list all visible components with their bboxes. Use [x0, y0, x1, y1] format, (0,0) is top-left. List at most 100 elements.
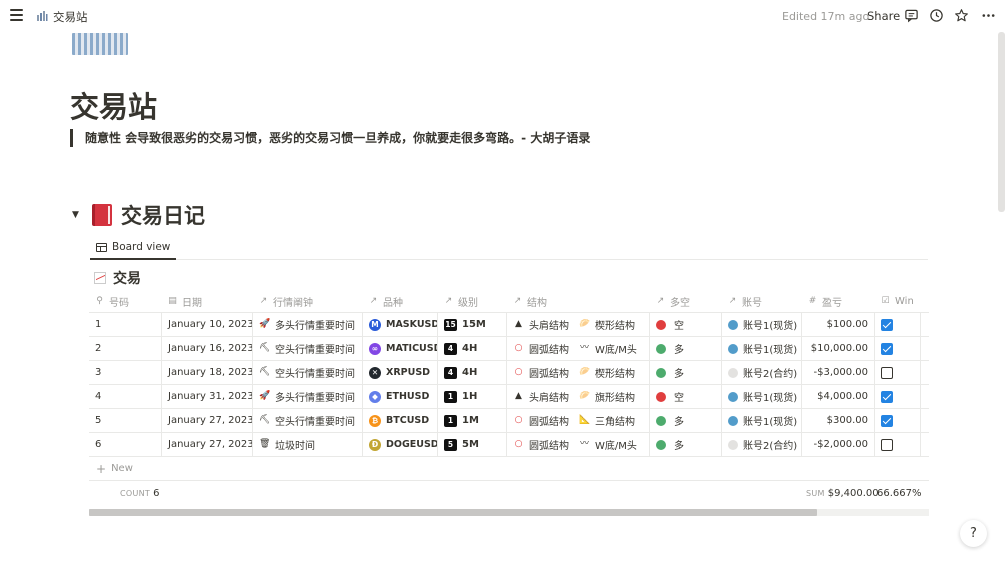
cell-level[interactable]: 1 1M	[438, 409, 507, 432]
cell-symbol[interactable]: M MASKUSD	[363, 313, 438, 336]
history-clock-icon[interactable]	[929, 8, 944, 23]
win-checkbox[interactable]	[881, 390, 893, 403]
cell-pnl[interactable]: $100.00	[802, 313, 875, 336]
sidebar-menu-icon[interactable]	[10, 9, 23, 21]
cell-market[interactable]: ⛏ 空头行情重要时间	[253, 337, 363, 360]
cell-symbol[interactable]: ₿ BTCUSD	[363, 409, 438, 432]
cell-structure[interactable]: ○ 圆弧结构 📐 三角结构	[507, 409, 650, 432]
table-row[interactable]: 2 January 16, 2023 ⛏ 空头行情重要时间 ∞ MATICUSD 4 4H ○ 圆…	[89, 337, 929, 361]
column-header[interactable]: ↗ 结构	[507, 290, 650, 312]
cell-market[interactable]: ⛏ 空头行情重要时间	[253, 409, 363, 432]
win-checkbox[interactable]	[881, 318, 893, 331]
cell-symbol[interactable]: Đ DOGEUSD	[363, 433, 438, 456]
column-header[interactable]: ↗ 品种	[363, 290, 438, 312]
cell-account[interactable]: 账号1(现货)	[722, 337, 802, 360]
cell-level[interactable]: 5 5M	[438, 433, 507, 456]
cell-symbol[interactable]: ✕ XRPUSD	[363, 361, 438, 384]
tab-board-view[interactable]: Board view	[90, 236, 177, 260]
cell-market[interactable]: 🚀 多头行情重要时间	[253, 385, 363, 408]
cell-win[interactable]	[875, 361, 921, 384]
scrollbar-thumb[interactable]	[89, 509, 817, 516]
win-checkbox[interactable]	[881, 414, 893, 427]
cell-structure[interactable]: ○ 圆弧结构〰 W底/M头	[507, 337, 650, 360]
cell-direction[interactable]: 多	[650, 409, 722, 432]
cell-number[interactable]: 4	[89, 385, 162, 408]
win-checkbox[interactable]	[881, 366, 893, 379]
cell-level[interactable]: 15 15M	[438, 313, 507, 336]
cell-number[interactable]: 5	[89, 409, 162, 432]
cell-win[interactable]	[875, 337, 921, 360]
table-row[interactable]: 6 January 27, 2023 🗑 垃圾时间 Đ DOGEUSD 5 5M ○ 圆弧结构〰 W…	[89, 433, 929, 457]
cell-date[interactable]: January 16, 2023	[162, 337, 253, 360]
column-header[interactable]: ☑ Win	[875, 290, 921, 312]
cell-number[interactable]: 3	[89, 361, 162, 384]
table-row[interactable]: 4 January 31, 2023 🚀 多头行情重要时间 ◆ ETHUSD 1 1H ▲ 头肩结…	[89, 385, 929, 409]
table-row[interactable]: 1 January 10, 2023 🚀 多头行情重要时间 M MASKUSD 15 15M ▲…	[89, 313, 929, 337]
cell-date[interactable]: January 10, 2023	[162, 313, 253, 336]
cell-direction[interactable]: 多	[650, 433, 722, 456]
count-calc[interactable]: COUNT 6	[120, 488, 159, 499]
toggle-arrow-icon[interactable]: ▼	[72, 210, 82, 220]
favorite-star-icon[interactable]	[954, 8, 969, 23]
cell-market[interactable]: 🚀 多头行情重要时间	[253, 313, 363, 336]
help-button[interactable]: ?	[960, 520, 987, 547]
cell-pnl[interactable]: $300.00	[802, 409, 875, 432]
share-button[interactable]: Share	[867, 9, 900, 23]
cell-date[interactable]: January 27, 2023	[162, 433, 253, 456]
more-options-icon[interactable]	[981, 8, 996, 23]
column-header[interactable]: ↗ 多空	[650, 290, 722, 312]
cell-account[interactable]: 账号2(合约)	[722, 361, 802, 384]
horizontal-scrollbar[interactable]	[89, 509, 929, 516]
win-checkbox[interactable]	[881, 438, 893, 451]
column-header[interactable]: ⚲ 号码	[89, 290, 162, 312]
cell-win[interactable]	[875, 433, 921, 456]
cell-level[interactable]: 1 1H	[438, 385, 507, 408]
sum-calc[interactable]: SUM $9,400.00	[806, 488, 879, 499]
column-header[interactable]: ↗ 账号	[722, 290, 802, 312]
cell-level[interactable]: 4 4H	[438, 361, 507, 384]
cell-number[interactable]: 6	[89, 433, 162, 456]
cell-direction[interactable]: 空	[650, 313, 722, 336]
page-scrollbar[interactable]	[998, 32, 1005, 212]
cell-pnl[interactable]: -$3,000.00	[802, 361, 875, 384]
win-checkbox[interactable]	[881, 342, 893, 355]
cell-symbol[interactable]: ◆ ETHUSD	[363, 385, 438, 408]
cell-account[interactable]: 账号1(现货)	[722, 385, 802, 408]
cell-pnl[interactable]: $10,000.00	[802, 337, 875, 360]
cell-date[interactable]: January 18, 2023	[162, 361, 253, 384]
table-row[interactable]: 3 January 18, 2023 ⛏ 空头行情重要时间 ✕ XRPUSD 4 4H ○ 圆弧结…	[89, 361, 929, 385]
cell-direction[interactable]: 多	[650, 361, 722, 384]
cell-account[interactable]: 账号1(现货)	[722, 313, 802, 336]
cell-account[interactable]: 账号2(合约)	[722, 433, 802, 456]
direction-dot-icon	[656, 415, 666, 426]
cell-structure[interactable]: ▲ 头肩结构 🥟 楔形结构	[507, 313, 650, 336]
cell-number[interactable]: 2	[89, 337, 162, 360]
cell-direction[interactable]: 多	[650, 337, 722, 360]
cell-account[interactable]: 账号1(现货)	[722, 409, 802, 432]
cell-date[interactable]: January 27, 2023	[162, 409, 253, 432]
column-header[interactable]: ▤ 日期	[162, 290, 253, 312]
cell-market[interactable]: 🗑 垃圾时间	[253, 433, 363, 456]
cell-win[interactable]	[875, 313, 921, 336]
cell-symbol[interactable]: ∞ MATICUSD	[363, 337, 438, 360]
breadcrumb[interactable]: 交易站	[53, 9, 88, 25]
column-header[interactable]: ↗ 级别	[438, 290, 507, 312]
cell-direction[interactable]: 空	[650, 385, 722, 408]
cell-pnl[interactable]: $4,000.00	[802, 385, 875, 408]
cell-level[interactable]: 4 4H	[438, 337, 507, 360]
cell-pnl[interactable]: -$2,000.00	[802, 433, 875, 456]
column-header[interactable]: ↗ 行情阐钟	[253, 290, 363, 312]
cell-structure[interactable]: ○ 圆弧结构 🥟 楔形结构	[507, 361, 650, 384]
cell-market[interactable]: ⛏ 空头行情重要时间	[253, 361, 363, 384]
cell-number[interactable]: 1	[89, 313, 162, 336]
cell-win[interactable]	[875, 409, 921, 432]
table-row[interactable]: 5 January 27, 2023 ⛏ 空头行情重要时间 ₿ BTCUSD 1 1M ○ 圆弧结…	[89, 409, 929, 433]
cell-structure[interactable]: ○ 圆弧结构〰 W底/M头	[507, 433, 650, 456]
cell-date[interactable]: January 31, 2023	[162, 385, 253, 408]
new-row-button[interactable]: + New	[89, 457, 929, 481]
win-percent-calc[interactable]: 66.667%	[874, 488, 922, 499]
column-header[interactable]: # 盈亏	[802, 290, 875, 312]
comment-icon[interactable]	[904, 8, 919, 23]
cell-win[interactable]	[875, 385, 921, 408]
cell-structure[interactable]: ▲ 头肩结构 🥟 旗形结构	[507, 385, 650, 408]
